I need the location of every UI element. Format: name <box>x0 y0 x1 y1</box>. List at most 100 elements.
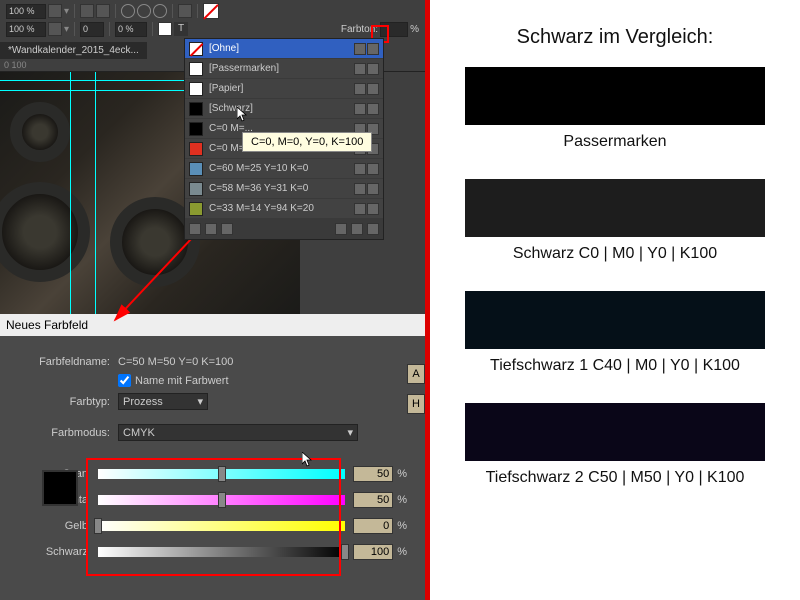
tooltip: C=0, M=0, Y=0, K=100 <box>242 132 372 152</box>
tool-icon[interactable] <box>80 4 94 18</box>
color-mode-select[interactable]: CMYK▾ <box>118 424 358 441</box>
slider-thumb[interactable] <box>218 492 226 508</box>
swatch-type-icon <box>354 183 366 195</box>
slider-value-input[interactable] <box>353 544 393 560</box>
slider-track-k[interactable] <box>98 547 345 557</box>
slider-value-input[interactable] <box>353 518 393 534</box>
pct-label: % <box>397 468 407 480</box>
swatch-mode-icon <box>367 63 379 75</box>
mode-label: Farbmodus: <box>20 427 110 439</box>
tool-icon[interactable] <box>178 4 192 18</box>
swatch-type-icon <box>354 43 366 55</box>
pct-label: % <box>397 520 407 532</box>
comparison-panel: Schwarz im Vergleich: Passermarken Schwar… <box>430 0 800 600</box>
slider-thumb[interactable] <box>218 466 226 482</box>
type-label: Farbtyp: <box>20 396 110 408</box>
comparison-label: Tiefschwarz 2 C50 | M50 | Y0 | K100 <box>430 469 800 487</box>
swatch-name: C=60 M=25 Y=10 K=0 <box>209 163 354 174</box>
swatch-row[interactable]: [Papier] <box>185 79 383 99</box>
swatch-mode-icon <box>367 203 379 215</box>
swatch-row[interactable]: C=58 M=36 Y=31 K=0 <box>185 179 383 199</box>
name-label: Farbfeldname: <box>20 356 110 368</box>
swatch-type-icon <box>354 83 366 95</box>
trash-icon[interactable] <box>367 223 379 235</box>
slider-label: Gelb <box>28 520 88 532</box>
zoom-input-2[interactable] <box>6 22 46 37</box>
swatch-type-icon <box>354 63 366 75</box>
circle-icon[interactable] <box>137 4 151 18</box>
tool-icon[interactable] <box>48 22 62 36</box>
swatch-name: [Passermarken] <box>209 63 354 74</box>
pct-label: % <box>397 494 407 506</box>
comparison-swatch <box>465 403 765 461</box>
fill-none-icon[interactable] <box>203 3 219 19</box>
swatch-row[interactable]: C=33 M=14 Y=94 K=20 <box>185 199 383 219</box>
swatch-mode-icon <box>367 43 379 55</box>
dialog-button-a[interactable]: A <box>407 364 425 384</box>
new-swatch-icon[interactable] <box>351 223 363 235</box>
swatches-footer <box>185 219 383 239</box>
dialog-button-h[interactable]: H <box>407 394 425 414</box>
color-preview-chip <box>42 470 78 506</box>
pct-label: % <box>410 24 419 35</box>
swatch-mode-icon <box>367 163 379 175</box>
checkbox-label: Name mit Farbwert <box>135 375 229 387</box>
slider-thumb[interactable] <box>341 544 349 560</box>
swatch-name: [Ohne] <box>209 43 354 54</box>
zoom-input-1[interactable] <box>6 4 46 19</box>
comparison-label: Schwarz C0 | M0 | Y0 | K100 <box>430 245 800 263</box>
new-swatch-dialog: Farbfeldname: C=50 M=50 Y=0 K=100 Name m… <box>0 336 425 600</box>
comparison-title: Schwarz im Vergleich: <box>430 0 800 67</box>
tint-label: Farbton: <box>341 24 378 35</box>
pct-input[interactable] <box>115 22 147 37</box>
comparison-label: Tiefschwarz 1 C40 | M0 | Y0 | K100 <box>430 357 800 375</box>
tint-input[interactable] <box>380 22 408 37</box>
comparison-swatch <box>465 67 765 125</box>
color-type-select[interactable]: Prozess▾ <box>118 393 208 410</box>
swatch-type-icon <box>354 203 366 215</box>
circle-icon[interactable] <box>121 4 135 18</box>
tool-icon[interactable] <box>48 4 62 18</box>
swatch-row[interactable]: [Ohne] <box>185 39 383 59</box>
swatch-name: [Schwarz] <box>209 103 354 114</box>
chevron-down-icon: ▾ <box>347 426 353 439</box>
slider-thumb[interactable] <box>94 518 102 534</box>
comparison-swatch <box>465 291 765 349</box>
swatch-mode-icon <box>367 103 379 115</box>
dropdown-arrow-icon[interactable]: ▾ <box>64 24 69 35</box>
swatch-row[interactable]: [Passermarken] <box>185 59 383 79</box>
document-tab[interactable]: *Wandkalender_2015_4eck... <box>0 42 147 59</box>
swatch-view-icon[interactable] <box>189 223 201 235</box>
slider-value-input[interactable] <box>353 466 393 482</box>
swatch-name: C=58 M=36 Y=31 K=0 <box>209 183 354 194</box>
swatch-type-icon <box>354 163 366 175</box>
dialog-title: Neues Farbfeld <box>0 314 425 336</box>
slider-track-y[interactable] <box>98 521 345 531</box>
swatch-row[interactable]: C=60 M=25 Y=10 K=0 <box>185 159 383 179</box>
swatch-mode-icon <box>367 83 379 95</box>
circle-icon[interactable] <box>153 4 167 18</box>
pct-label: % <box>397 546 407 558</box>
name-value: C=50 M=50 Y=0 K=100 <box>118 356 233 368</box>
dropdown-arrow-icon[interactable]: ▾ <box>64 6 69 17</box>
slider-label: Schwarz <box>28 546 88 558</box>
slider-value-input[interactable] <box>353 492 393 508</box>
swatch-icon[interactable] <box>158 22 172 36</box>
chevron-down-icon: ▾ <box>197 395 203 408</box>
swatch-mode-icon <box>367 183 379 195</box>
swatch-name: [Papier] <box>209 83 354 94</box>
slider-track-c[interactable] <box>98 469 345 479</box>
comparison-swatch <box>465 179 765 237</box>
swatch-view-icon[interactable] <box>221 223 233 235</box>
swatch-name: C=33 M=14 Y=94 K=20 <box>209 203 354 214</box>
comparison-label: Passermarken <box>430 133 800 151</box>
new-swatch-icon[interactable] <box>335 223 347 235</box>
text-icon[interactable]: T <box>174 22 188 36</box>
tool-icon[interactable] <box>96 4 110 18</box>
slider-track-m[interactable] <box>98 495 345 505</box>
swatch-row[interactable]: [Schwarz] <box>185 99 383 119</box>
swatch-view-icon[interactable] <box>205 223 217 235</box>
num-input[interactable] <box>80 22 104 37</box>
swatch-type-icon <box>354 103 366 115</box>
name-with-value-checkbox[interactable] <box>118 374 131 387</box>
